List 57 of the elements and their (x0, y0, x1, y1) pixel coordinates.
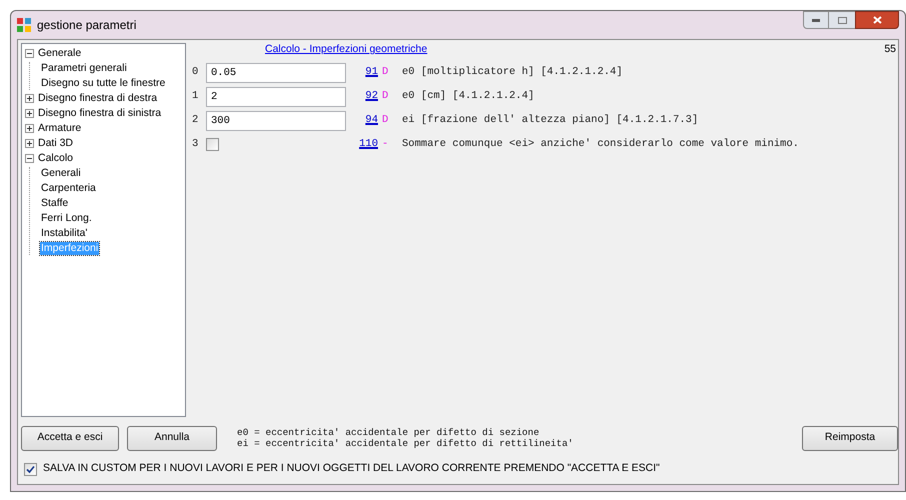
tree-item[interactable]: Ferri Long. (40, 212, 93, 225)
legend-line: e0 = eccentricita' accidentale per difetto di sezione (237, 427, 540, 438)
value-field[interactable]: 300 (206, 110, 346, 131)
row-index: 1 (192, 88, 200, 104)
parameter-description: e0 [moltiplicatore h] [4.1.2.1.2.4] (401, 64, 623, 80)
collapse-icon[interactable] (25, 49, 34, 58)
minimize-button[interactable] (803, 11, 829, 29)
type-letter: - (381, 136, 390, 152)
checkbox[interactable] (206, 138, 219, 152)
code-link[interactable]: 91 (348, 64, 378, 81)
tree-item[interactable]: Generale (37, 47, 82, 60)
maximize-button[interactable] (829, 11, 855, 29)
value-field[interactable]: 2 (206, 86, 346, 107)
close-button[interactable] (855, 11, 899, 29)
expand-icon[interactable] (25, 109, 34, 118)
type-letter: D (381, 88, 390, 104)
type-letter: D (381, 112, 390, 128)
app-icon (17, 18, 31, 32)
tree-item[interactable]: Disegno finestra di destra (37, 92, 158, 105)
tree-item[interactable]: Generali (40, 167, 82, 180)
code-link[interactable]: 110 (348, 136, 378, 153)
minimize-icon (812, 18, 820, 22)
close-icon (872, 16, 882, 24)
value-field[interactable]: 0.05 (206, 62, 346, 83)
parameter-description: ei [frazione dell' altezza piano] [4.1.2.1.7.3] (401, 112, 698, 128)
cancel-button[interactable]: Annulla (127, 426, 217, 450)
tree-item[interactable]: Parametri generali (40, 62, 128, 75)
parameter-description: e0 [cm] [4.1.2.1.2.4] (401, 88, 534, 104)
row-index: 2 (192, 112, 200, 128)
corner-number: 55 (884, 42, 896, 57)
reset-button[interactable]: Reimposta (802, 426, 898, 450)
window-title: gestione parametri (37, 17, 136, 34)
tree-item[interactable]: Dati 3D (37, 137, 74, 150)
expand-icon[interactable] (25, 139, 34, 148)
tree-item[interactable]: Disegno finestra di sinistra (37, 107, 162, 120)
parameter-description: Sommare comunque <ei> anziche' considerarlo come valore minimo. (401, 136, 799, 152)
expand-icon[interactable] (25, 94, 34, 103)
tree-item[interactable]: Staffe (40, 197, 70, 210)
tree-item[interactable]: Disegno su tutte le finestre (40, 77, 166, 90)
type-letter: D (381, 64, 390, 80)
maximize-icon (838, 16, 846, 24)
row-index: 0 (192, 64, 200, 80)
expand-icon[interactable] (25, 124, 34, 133)
code-link[interactable]: 94 (348, 112, 378, 129)
tree-item[interactable]: Instabilita' (40, 227, 88, 240)
save-option-label: SALVA IN CUSTOM PER I NUOVI LAVORI E PER I NUOVI OGGETTI DEL LAVORO CORRENTE PREMENDO "ACCETTA E ESCI" (43, 461, 660, 476)
tree-item[interactable]: Carpenteria (40, 182, 97, 195)
tree-item[interactable]: Armature (37, 122, 82, 135)
section-link[interactable]: Calcolo - Imperfezioni geometriche (265, 42, 428, 58)
legend-line: ei = eccentricita' accidentale per difetto di rettilineita' (237, 438, 574, 449)
accept-button[interactable]: Accetta e esci (21, 426, 119, 450)
collapse-icon[interactable] (25, 154, 34, 163)
code-link[interactable]: 92 (348, 88, 378, 105)
row-index: 3 (192, 136, 200, 152)
tree-item[interactable]: Calcolo (37, 152, 74, 165)
checkmark-icon (26, 464, 35, 474)
checkbox[interactable] (24, 462, 37, 476)
